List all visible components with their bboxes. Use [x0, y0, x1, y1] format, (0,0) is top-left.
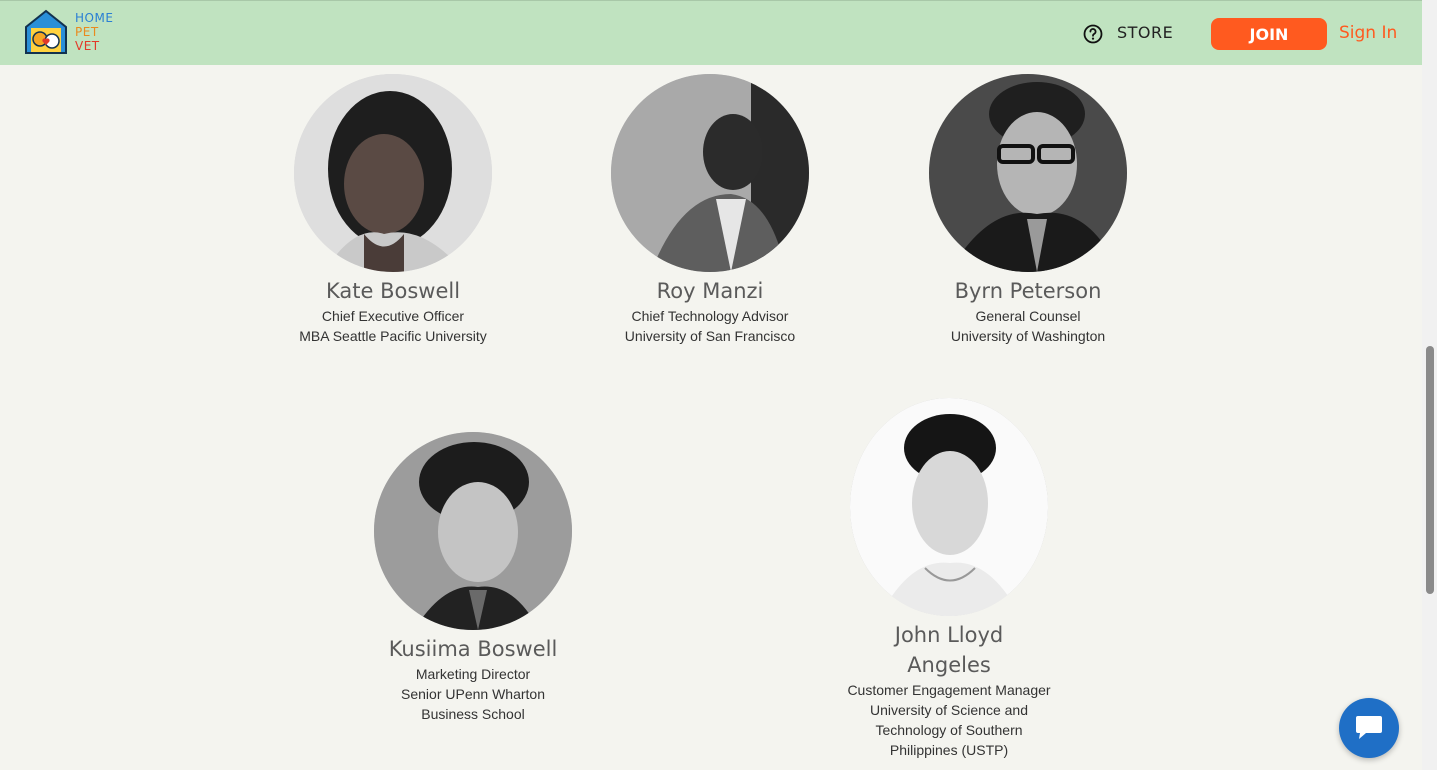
- team-member-card: John Lloyd Angeles Customer Engagement M…: [829, 398, 1069, 760]
- member-photo: [850, 398, 1048, 616]
- house-pet-logo-icon: [25, 9, 67, 54]
- member-school: University of Washington: [950, 328, 1106, 344]
- member-photo: [929, 74, 1127, 272]
- member-role: Chief Executive Officer: [321, 308, 465, 324]
- sign-in-link[interactable]: Sign In: [1339, 23, 1397, 43]
- join-button[interactable]: JOIN: [1211, 18, 1327, 50]
- page-scrollbar[interactable]: [1422, 0, 1437, 770]
- member-role: Customer Engagement Manager: [847, 682, 1051, 698]
- member-name: John Lloyd Angeles: [894, 623, 1004, 677]
- store-link[interactable]: STORE: [1117, 23, 1173, 42]
- help-question-icon[interactable]: [1083, 24, 1103, 44]
- member-school: MBA Seattle Pacific University: [299, 328, 487, 344]
- member-name: Roy Manzi: [656, 279, 764, 303]
- portrait-image: [850, 398, 1048, 616]
- portrait-image: [294, 74, 492, 272]
- member-role: Chief Technology Advisor: [631, 308, 789, 324]
- member-school: University of San Francisco: [624, 328, 796, 344]
- scrollbar-thumb[interactable]: [1426, 346, 1434, 594]
- site-header: HOME PET VET STORE JOIN Sign In: [0, 0, 1422, 65]
- member-photo: [294, 74, 492, 272]
- member-role: Marketing Director: [415, 666, 531, 682]
- portrait-image: [929, 74, 1127, 272]
- team-member-card: Kusiima Boswell Marketing Director Senio…: [353, 432, 593, 724]
- team-member-card: Roy Manzi Chief Technology Advisor Unive…: [590, 74, 830, 346]
- member-photo: [611, 74, 809, 272]
- logo-line-home: HOME: [75, 11, 114, 25]
- member-photo: [374, 432, 572, 630]
- home-pet-vet-logo[interactable]: HOME PET VET: [24, 9, 113, 55]
- member-name: Kusiima Boswell: [388, 637, 558, 661]
- logo-line-vet: VET: [75, 39, 100, 53]
- member-school: Senior UPenn Wharton Business School: [401, 686, 545, 722]
- logo-line-pet: PET: [75, 25, 99, 39]
- team-member-card: Byrn Peterson General Counsel University…: [908, 74, 1148, 346]
- logo-wordmark: HOME PET VET: [75, 11, 113, 53]
- chat-button[interactable]: [1339, 698, 1399, 758]
- team-member-card: Kate Boswell Chief Executive Officer MBA…: [273, 74, 513, 346]
- chat-bubble-icon: [1356, 716, 1382, 739]
- portrait-image: [374, 432, 572, 630]
- member-role: General Counsel: [975, 308, 1081, 324]
- member-name: Kate Boswell: [325, 279, 461, 303]
- member-school: University of Science and Technology of …: [870, 702, 1028, 758]
- member-name: Byrn Peterson: [954, 279, 1102, 303]
- portrait-image: [611, 74, 809, 272]
